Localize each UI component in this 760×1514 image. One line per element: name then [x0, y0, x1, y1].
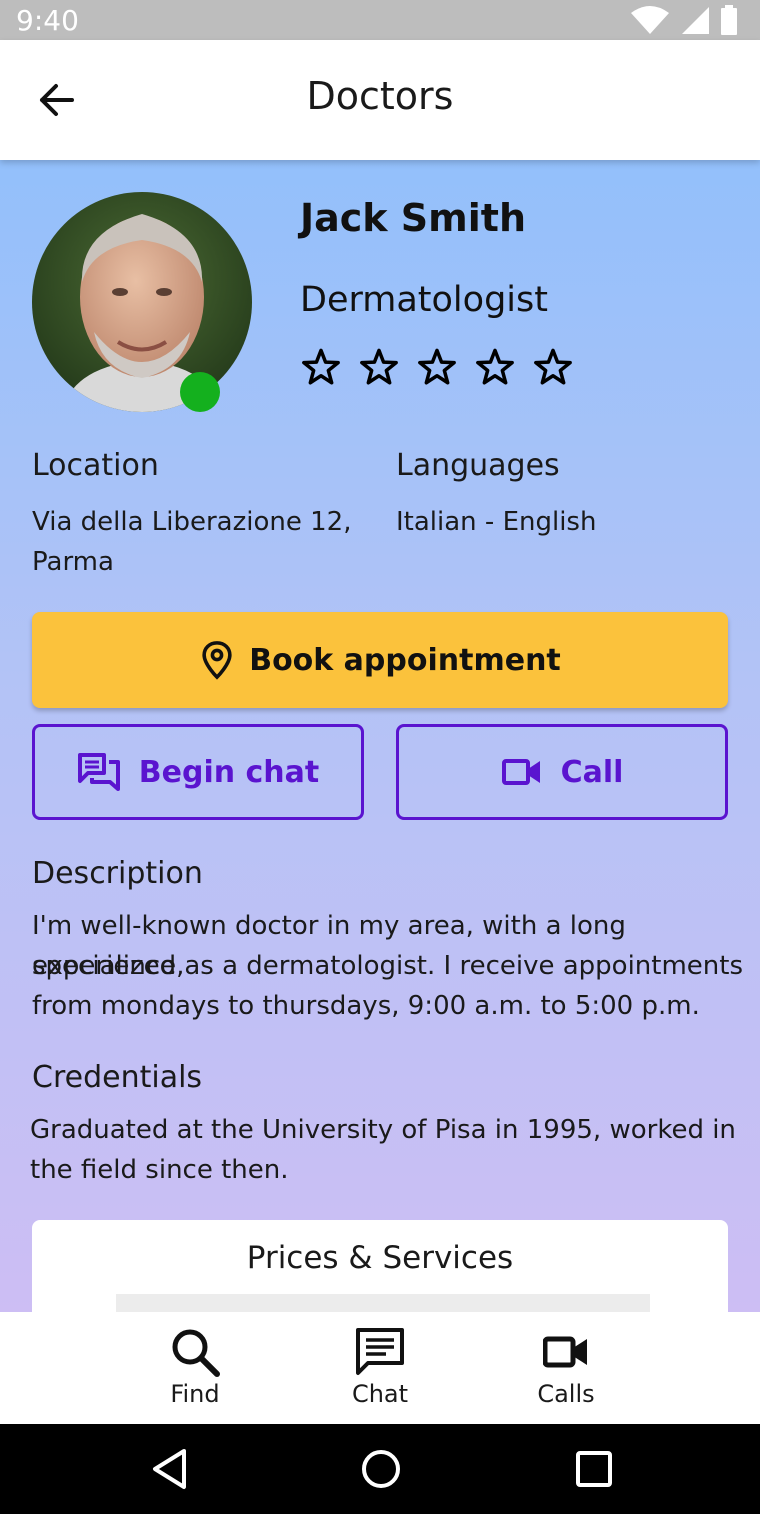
battery-icon — [721, 5, 737, 35]
star-outline-icon[interactable] — [300, 346, 342, 388]
star-outline-icon[interactable] — [532, 346, 574, 388]
recents-square-icon — [576, 1451, 612, 1487]
avatar — [32, 192, 252, 412]
description-line-3: from mondays to thursdays, 9:00 a.m. to … — [32, 991, 700, 1021]
begin-chat-label: Begin chat — [138, 754, 320, 790]
nav-icon-wrapper — [354, 1326, 406, 1378]
star-outline-icon[interactable] — [474, 346, 516, 388]
location-value-line2: Parma — [32, 547, 114, 577]
system-navigation-bar — [0, 1424, 760, 1514]
system-home-button[interactable] — [351, 1444, 411, 1494]
languages-value: Italian - English — [396, 507, 597, 537]
doctor-photo — [32, 192, 252, 412]
book-appointment-button[interactable]: Book appointment — [32, 612, 728, 708]
status-time: 9:40 — [16, 4, 79, 37]
star-outline-icon[interactable] — [416, 346, 458, 388]
wifi-icon — [631, 6, 669, 34]
nav-label-chat: Chat — [351, 1380, 409, 1408]
nav-icon-wrapper — [169, 1326, 221, 1378]
description-line-2: specialized as a dermatologist. I receiv… — [32, 951, 744, 981]
home-circle-icon — [362, 1450, 400, 1488]
doctor-specialty: Dermatologist — [300, 280, 548, 320]
nav-item-calls[interactable]: Calls — [486, 1312, 646, 1424]
status-icons — [630, 5, 738, 35]
nav-item-chat[interactable]: Chat — [300, 1312, 460, 1424]
status-bar: 9:40 — [0, 0, 760, 40]
nav-icon-wrapper — [543, 1326, 589, 1378]
search-icon — [172, 1329, 220, 1377]
chat-icon — [356, 1328, 404, 1375]
bottom-navigation: Find Chat Calls — [0, 1312, 760, 1424]
back-triangle-icon — [153, 1449, 186, 1489]
doctor-profile: Jack Smith Dermatologist Location Via de… — [0, 160, 760, 1312]
nav-item-find[interactable]: Find — [115, 1312, 275, 1424]
credentials-line-1: Graduated at the University of Pisa in 1… — [30, 1115, 736, 1145]
cellular-signal-icon — [682, 7, 709, 34]
avatar-container — [32, 192, 252, 412]
star-outline-icon[interactable] — [358, 346, 400, 388]
credentials-line-2: the field since then. — [30, 1155, 289, 1185]
location-label: Location — [32, 448, 159, 483]
video-camera-icon — [501, 759, 540, 785]
online-status-dot — [180, 372, 220, 412]
languages-label: Languages — [396, 448, 560, 483]
credentials-label: Credentials — [32, 1060, 203, 1095]
prices-services-card: Prices & Services — [32, 1220, 728, 1312]
app-bar: Doctors — [0, 40, 760, 160]
system-recents-button[interactable] — [564, 1444, 624, 1494]
description-label: Description — [32, 856, 203, 891]
rating-stars — [300, 346, 574, 388]
location-value-line1: Via della Liberazione 12, — [32, 507, 352, 537]
forum-icon — [77, 753, 120, 791]
nav-label-calls: Calls — [537, 1380, 595, 1408]
doctor-name: Jack Smith — [300, 196, 527, 240]
prices-services-title: Prices & Services — [246, 1240, 514, 1276]
page-title: Doctors — [306, 74, 454, 118]
call-label: Call — [560, 754, 624, 790]
book-appointment-label: Book appointment — [249, 642, 561, 678]
system-back-button[interactable] — [140, 1444, 200, 1494]
prices-table — [116, 1294, 650, 1312]
begin-chat-button[interactable]: Begin chat — [32, 724, 364, 820]
location-pin-icon — [202, 641, 232, 680]
nav-label-find: Find — [170, 1380, 220, 1408]
video-camera-icon — [543, 1336, 587, 1368]
call-button[interactable]: Call — [396, 724, 728, 820]
